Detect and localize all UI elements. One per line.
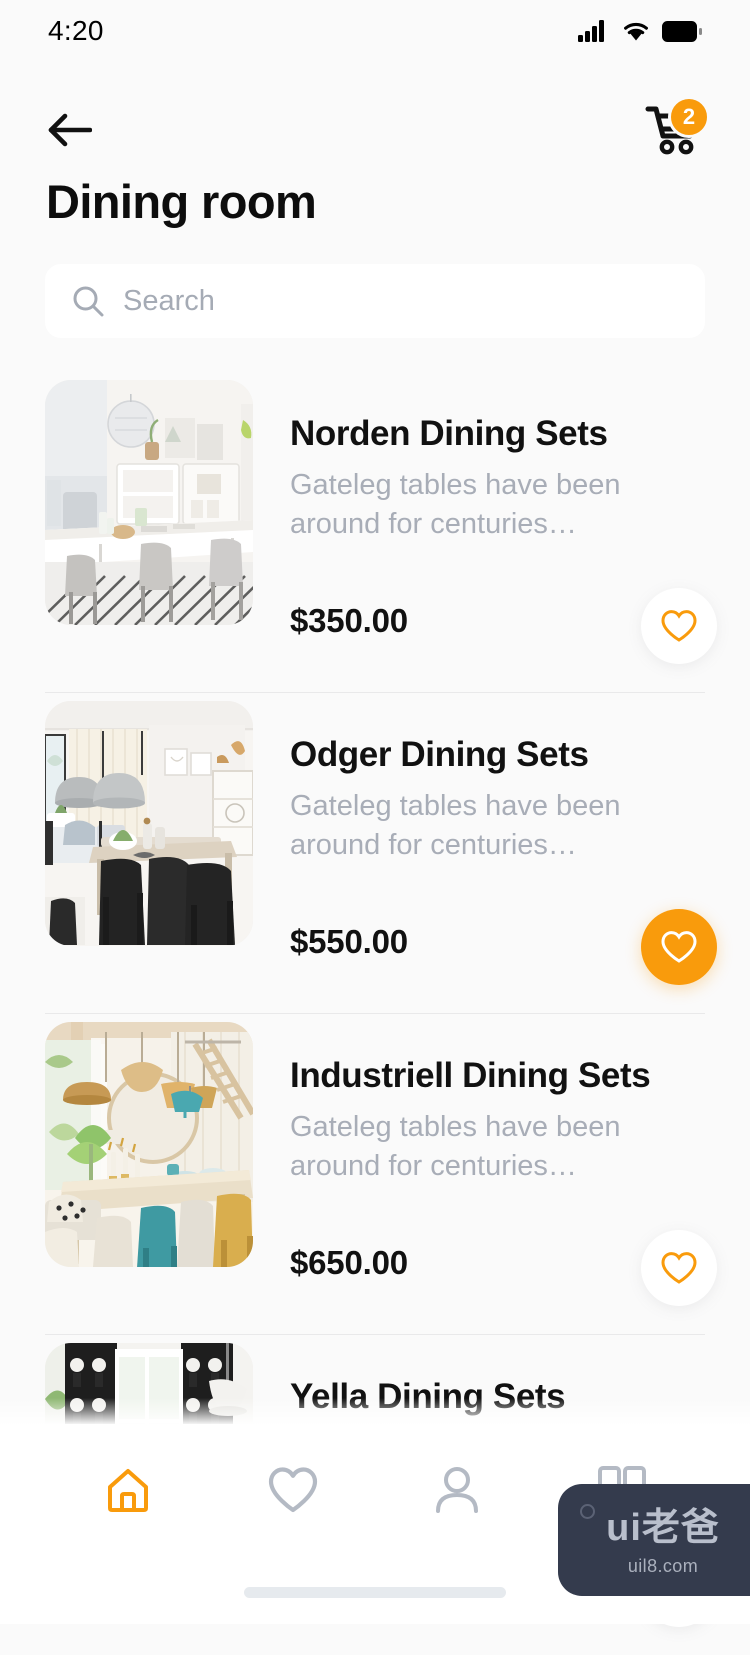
product-description: Gateleg tables have been around for cent…: [290, 790, 621, 861]
product-card[interactable]: Industriell Dining Sets Gateleg tables h…: [0, 1014, 750, 1334]
product-description: Gateleg tables have been around for cent…: [290, 469, 621, 540]
product-price: $650.00: [290, 1244, 408, 1281]
page-title: Dining room: [46, 175, 317, 228]
status-icons: [578, 20, 702, 42]
search-placeholder: Search: [123, 284, 215, 317]
product-title: Odger Dining Sets: [290, 735, 589, 774]
heart-icon: [268, 1467, 317, 1513]
favorite-button[interactable]: [641, 1230, 717, 1306]
watermark-badge: ui老爸 uil8.com: [558, 1484, 750, 1596]
product-image: [45, 701, 253, 946]
cart-button[interactable]: 2: [642, 96, 710, 158]
search-input[interactable]: Search: [45, 264, 705, 338]
product-price: $550.00: [290, 923, 408, 960]
product-card[interactable]: Odger Dining Sets Gateleg tables have be…: [0, 693, 750, 1013]
cellular-signal-icon: [578, 20, 604, 42]
arrow-left-icon: [48, 113, 92, 147]
product-title: Industriell Dining Sets: [290, 1056, 651, 1095]
wifi-icon: [624, 23, 648, 41]
heart-icon: [661, 1252, 697, 1284]
cart-badge: 2: [668, 96, 710, 138]
product-title: Yella Dining Sets: [290, 1377, 566, 1416]
back-button[interactable]: [46, 104, 98, 156]
nav-item-profile[interactable]: [375, 1424, 540, 1556]
product-description: Gateleg tables have been around for cent…: [290, 1111, 621, 1182]
status-time: 4:20: [48, 15, 104, 46]
product-card[interactable]: Norden Dining Sets Gateleg tables have b…: [0, 372, 750, 692]
heart-icon: [661, 610, 697, 642]
product-price: $350.00: [290, 602, 408, 639]
product-thumbnail[interactable]: [45, 701, 253, 946]
product-image: [45, 380, 253, 625]
home-indicator: [244, 1587, 506, 1598]
product-thumbnail[interactable]: [45, 1022, 253, 1267]
nav-item-home[interactable]: [46, 1424, 211, 1556]
app-header: 2: [0, 95, 750, 165]
product-image: [45, 1022, 253, 1267]
person-icon: [436, 1467, 479, 1513]
home-icon: [108, 1469, 149, 1512]
heart-icon: [661, 931, 697, 963]
battery-icon: [662, 20, 702, 42]
favorite-button[interactable]: [641, 909, 717, 985]
product-thumbnail[interactable]: [45, 380, 253, 625]
product-title: Norden Dining Sets: [290, 414, 608, 453]
watermark-logo: ui老爸: [606, 1507, 720, 1549]
search-icon: [73, 286, 104, 317]
watermark-dot-icon: [580, 1504, 595, 1519]
favorite-button[interactable]: [641, 588, 717, 664]
watermark-url: uil8.com: [627, 1556, 699, 1576]
nav-item-favorites[interactable]: [211, 1424, 376, 1556]
status-bar: 4:20: [0, 0, 750, 62]
